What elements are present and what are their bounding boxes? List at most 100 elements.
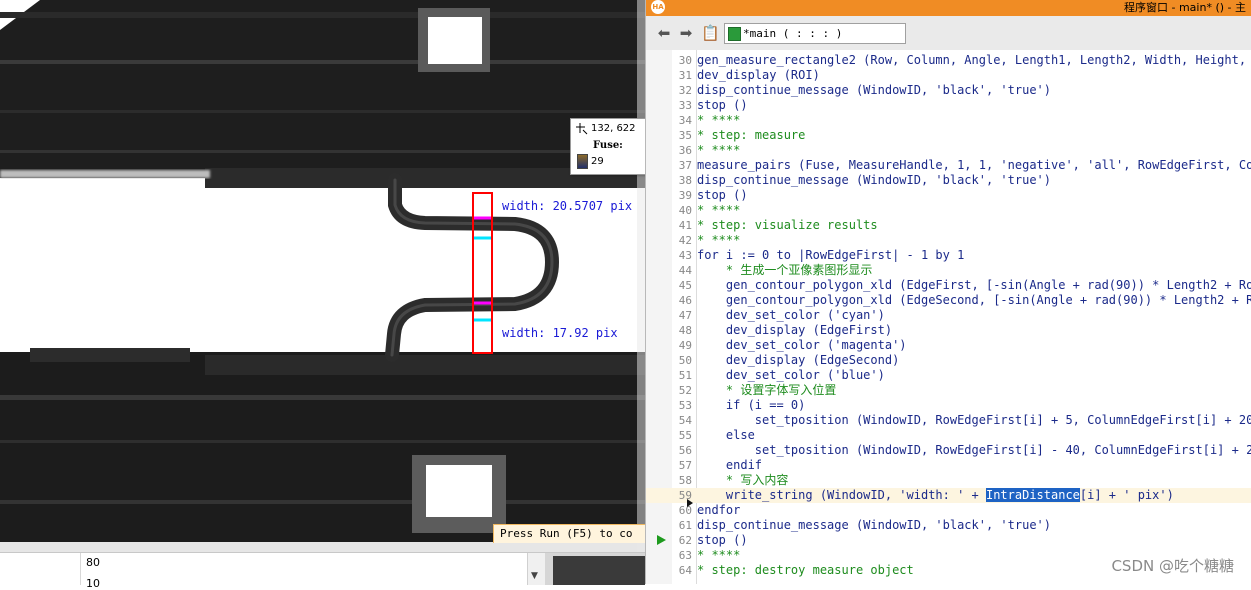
variable-value-row[interactable]: 80 (86, 556, 100, 569)
code-text[interactable]: dev_set_color ('magenta') (697, 338, 907, 353)
code-text[interactable]: * 生成一个亚像素图形显示 (697, 263, 872, 278)
code-line[interactable]: 51 dev_set_color ('blue') (646, 368, 1251, 383)
code-line[interactable]: 52 * 设置字体写入位置 (646, 383, 1251, 398)
code-text[interactable]: * step: measure (697, 128, 805, 143)
line-number: 62 (678, 534, 692, 547)
code-text[interactable]: dev_display (ROI) (697, 68, 820, 83)
code-text[interactable]: * **** (697, 548, 740, 563)
code-text[interactable]: * 设置字体写入位置 (697, 383, 836, 398)
line-number: 36 (678, 144, 692, 157)
lower-bright-pad (426, 465, 492, 517)
code-line[interactable]: 32 disp_continue_message (WindowID, 'blac… (646, 83, 1251, 98)
procedure-icon (728, 27, 741, 41)
code-line[interactable]: 49 dev_set_color ('magenta') (646, 338, 1251, 353)
code-line[interactable]: 53 if (i == 0) (646, 398, 1251, 413)
code-line[interactable]: 43 for i := 0 to |RowEdgeFirst| - 1 by 1 (646, 248, 1251, 263)
code-line[interactable]: 62 stop () (646, 533, 1251, 548)
code-text[interactable]: * **** (697, 113, 740, 128)
code-line[interactable]: 47 dev_set_color ('cyan') (646, 308, 1251, 323)
region-label: Fuse: (593, 140, 623, 151)
window-title: 程序窗口 - main* () - 主 (1124, 1, 1246, 14)
code-text[interactable]: measure_pairs (Fuse, MeasureHandle, 1, 1… (697, 158, 1251, 173)
code-text[interactable]: stop () (697, 188, 748, 203)
line-number: 41 (678, 219, 692, 232)
line-number: 56 (678, 444, 692, 457)
scroll-down-icon[interactable]: ▼ (531, 571, 538, 581)
program-toolbar: ⬅ ➡ 📋 *main ( : : : ) (646, 16, 1251, 51)
code-line[interactable]: 34 * **** (646, 113, 1251, 128)
code-line[interactable]: 37 measure_pairs (Fuse, MeasureHandle, 1,… (646, 158, 1251, 173)
selected-identifier[interactable]: IntraDistance (985, 488, 1080, 502)
code-text[interactable]: * step: destroy measure object (697, 563, 914, 578)
code-text[interactable]: disp_continue_message (WindowID, 'black'… (697, 173, 1051, 188)
code-text[interactable]: disp_continue_message (WindowID, 'black'… (697, 518, 1051, 533)
code-line[interactable]: 31 dev_display (ROI) (646, 68, 1251, 83)
code-text[interactable]: gen_contour_polygon_xld (EdgeFirst, [-si… (697, 278, 1251, 293)
code-text[interactable]: stop () (697, 533, 748, 548)
code-text[interactable]: dev_display (EdgeSecond) (697, 353, 899, 368)
code-text[interactable]: set_tposition (WindowID, RowEdgeFirst[i]… (697, 443, 1251, 458)
code-line[interactable]: 40 * **** (646, 203, 1251, 218)
program-window[interactable]: HA 程序窗口 - main* () - 主 ⬅ ➡ 📋 *main ( : :… (645, 0, 1251, 584)
code-text[interactable]: dev_set_color ('cyan') (697, 308, 885, 323)
code-line[interactable]: 54 set_tposition (WindowID, RowEdgeFirst… (646, 413, 1251, 428)
lower-fuse-body (0, 352, 645, 552)
code-text[interactable]: * **** (697, 143, 740, 158)
code-text[interactable]: disp_continue_message (WindowID, 'black'… (697, 83, 1051, 98)
code-line[interactable]: 41 * step: visualize results (646, 218, 1251, 233)
code-text[interactable]: dev_display (EdgeFirst) (697, 323, 892, 338)
code-text[interactable]: * **** (697, 203, 740, 218)
code-text[interactable]: for i := 0 to |RowEdgeFirst| - 1 by 1 (697, 248, 964, 263)
code-line[interactable]: 61 disp_continue_message (WindowID, 'blac… (646, 518, 1251, 533)
title-bar[interactable]: HA 程序窗口 - main* () - 主 (646, 0, 1251, 16)
code-text[interactable]: endif (697, 458, 762, 473)
code-editor[interactable]: 30 gen_measure_rectangle2 (Row, Column, A… (646, 50, 1251, 584)
code-line[interactable]: 59 write_string (WindowID, 'width: ' + I… (646, 488, 1251, 503)
code-line[interactable]: 48 dev_display (EdgeFirst) (646, 323, 1251, 338)
code-line[interactable]: 57 endif (646, 458, 1251, 473)
clipboard-icon[interactable]: 📋 (701, 25, 720, 41)
procedure-selector[interactable]: *main ( : : : ) (724, 23, 906, 44)
code-line[interactable]: 42 * **** (646, 233, 1251, 248)
code-line[interactable]: 44 * 生成一个亚像素图形显示 (646, 263, 1251, 278)
code-text[interactable]: * **** (697, 233, 740, 248)
code-text[interactable]: else (697, 428, 755, 443)
code-text[interactable]: set_tposition (WindowID, RowEdgeFirst[i]… (697, 413, 1251, 428)
line-number: 49 (678, 339, 692, 352)
arrow-right-icon[interactable]: ➡ (678, 25, 694, 41)
code-text[interactable]: * 写入内容 (697, 473, 788, 488)
code-line[interactable]: 33 stop () (646, 98, 1251, 113)
gray-value: 29 (591, 156, 604, 167)
variable-pane[interactable]: 80 10 ▼ (0, 552, 645, 590)
arrow-left-icon[interactable]: ⬅ (656, 25, 672, 41)
line-number: 57 (678, 459, 692, 472)
line-number: 44 (678, 264, 692, 277)
code-line[interactable]: 36 * **** (646, 143, 1251, 158)
code-text[interactable]: dev_set_color ('blue') (697, 368, 885, 383)
line-number: 35 (678, 129, 692, 142)
code-line[interactable]: 39 stop () (646, 188, 1251, 203)
code-line[interactable]: 38 disp_continue_message (WindowID, 'blac… (646, 173, 1251, 188)
code-text[interactable]: * step: visualize results (697, 218, 878, 233)
code-text[interactable]: gen_measure_rectangle2 (Row, Column, Ang… (697, 53, 1251, 68)
code-text[interactable]: gen_contour_polygon_xld (EdgeSecond, [-s… (697, 293, 1251, 308)
code-text[interactable]: if (i == 0) (697, 398, 805, 413)
code-line[interactable]: 60 endfor (646, 503, 1251, 518)
graphics-window[interactable]: width: 20.5707 pix width: 17.92 pix 132,… (0, 0, 645, 552)
code-line[interactable]: 58 * 写入内容 (646, 473, 1251, 488)
code-line[interactable]: 35 * step: measure (646, 128, 1251, 143)
code-line[interactable]: 46 gen_contour_polygon_xld (EdgeSecond, … (646, 293, 1251, 308)
code-line[interactable]: 56 set_tposition (WindowID, RowEdgeFirst… (646, 443, 1251, 458)
fuse-image[interactable] (0, 0, 645, 552)
line-number: 64 (678, 564, 692, 577)
code-text[interactable]: endfor (697, 503, 740, 518)
halcon-logo-icon: HA (651, 0, 665, 14)
code-text[interactable]: stop () (697, 98, 748, 113)
code-line[interactable]: 55 else (646, 428, 1251, 443)
execution-arrow-icon (657, 535, 666, 545)
variable-name-column (0, 553, 81, 585)
code-line[interactable]: 45 gen_contour_polygon_xld (EdgeFirst, [… (646, 278, 1251, 293)
code-line[interactable]: 30 gen_measure_rectangle2 (Row, Column, A… (646, 53, 1251, 68)
code-text[interactable]: write_string (WindowID, 'width: ' + Intr… (697, 488, 1174, 503)
code-line[interactable]: 50 dev_display (EdgeSecond) (646, 353, 1251, 368)
